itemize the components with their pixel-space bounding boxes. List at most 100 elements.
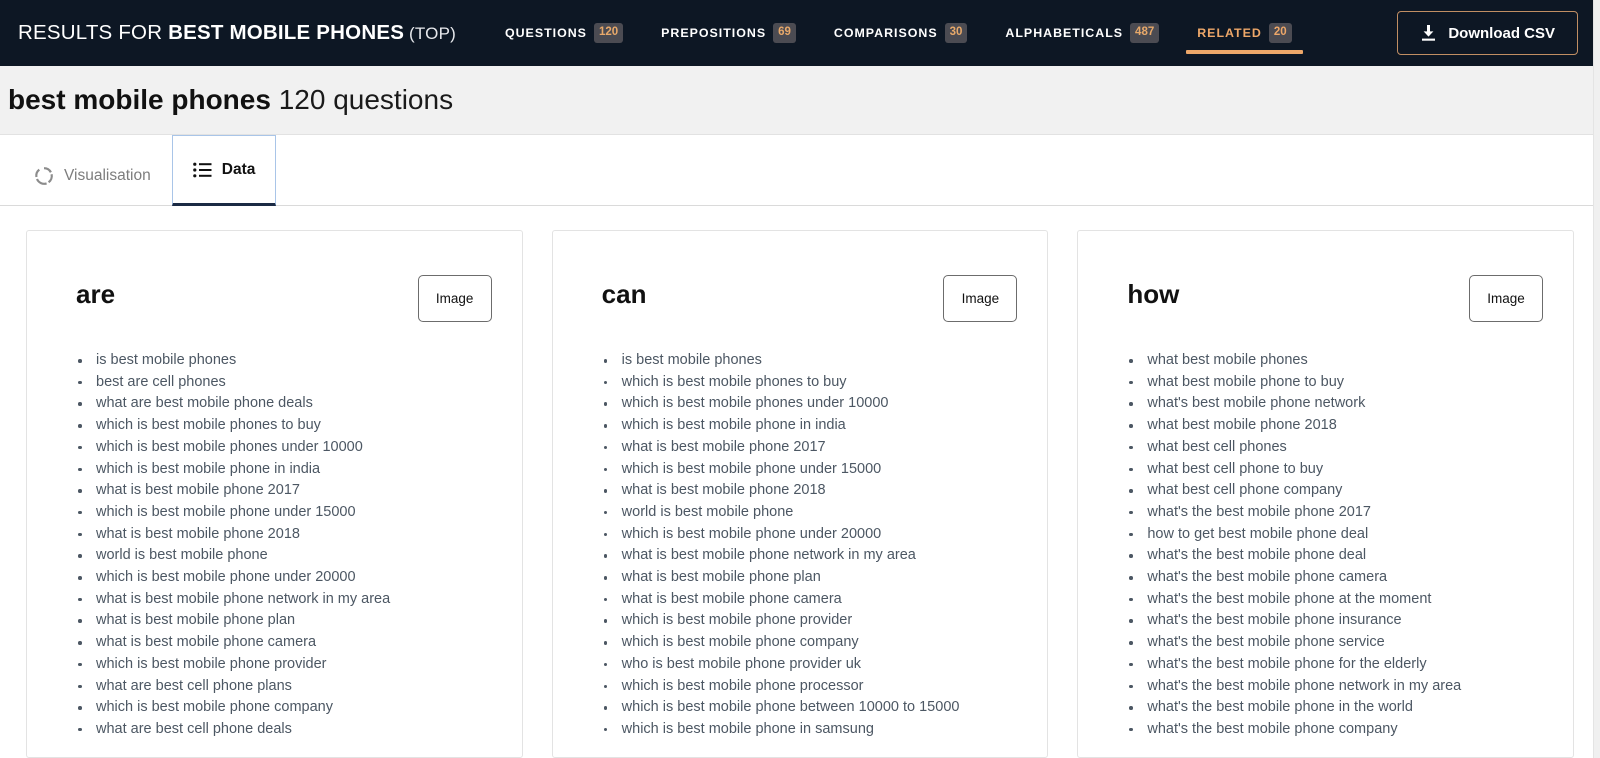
card-how-title: how: [1127, 279, 1180, 309]
nav-tab-questions-badge: 120: [593, 23, 624, 43]
nav-tab-questions-label: QUESTIONS: [504, 26, 587, 40]
list-item[interactable]: which is best mobile phones to buy: [601, 372, 1018, 394]
page-title-count: 120 questions: [278, 84, 454, 115]
nav-tab-comparisons[interactable]: COMPARISONS 30: [815, 0, 987, 66]
nav-tab-comparisons-badge: 30: [944, 23, 968, 43]
nav-tab-prepositions-label: PREPOSITIONS: [661, 26, 767, 40]
list-item[interactable]: how to get best mobile phone deal: [1126, 524, 1543, 546]
list-item[interactable]: what is best mobile phone network in my …: [601, 545, 1018, 567]
list-item[interactable]: what best mobile phone to buy: [1126, 372, 1543, 394]
list-item[interactable]: which is best mobile phone in india: [75, 459, 492, 481]
list-item[interactable]: which is best mobile phone provider: [75, 654, 492, 676]
tab-data-label: Data: [221, 160, 256, 178]
card-can-image-button[interactable]: Image: [943, 275, 1018, 322]
tab-visualisation[interactable]: Visualisation: [13, 146, 172, 206]
list-item[interactable]: best are cell phones: [75, 372, 492, 394]
list-item[interactable]: what best mobile phone 2018: [1126, 415, 1543, 437]
list-item[interactable]: what best cell phones: [1126, 437, 1543, 459]
list-item[interactable]: what's the best mobile phone at the mome…: [1126, 589, 1543, 611]
card-can-title: can: [601, 279, 647, 309]
list-item[interactable]: which is best mobile phone company: [75, 697, 492, 719]
list-item[interactable]: what's the best mobile phone 2017: [1126, 502, 1543, 524]
page-header: best mobile phones 120 questions: [0, 66, 1600, 135]
list-item[interactable]: what is best mobile phone camera: [601, 589, 1018, 611]
list-item[interactable]: what is best mobile phone 2017: [75, 480, 492, 502]
list-item[interactable]: what best cell phone company: [1126, 480, 1543, 502]
list-item[interactable]: who is best mobile phone provider uk: [601, 654, 1018, 676]
data-cards-container: are Image is best mobile phones best are …: [0, 206, 1600, 758]
card-can-header: can Image: [583, 275, 1018, 322]
list-icon: [192, 162, 212, 177]
list-item[interactable]: which is best mobile phone under 20000: [601, 524, 1018, 546]
nav-tab-related[interactable]: RELATED 20: [1178, 0, 1310, 66]
nav-tab-alphabeticals[interactable]: ALPHABETICALS 487: [986, 0, 1178, 66]
top-bar: RESULTS FOR BEST MOBILE PHONES (TOP) QUE…: [0, 0, 1600, 66]
page-title-keyword: best mobile phones: [8, 84, 271, 115]
nav-tab-related-badge: 20: [1268, 23, 1292, 43]
nav-tab-related-label: RELATED: [1197, 26, 1262, 40]
list-item[interactable]: what is best mobile phone plan: [601, 567, 1018, 589]
list-item[interactable]: which is best mobile phone in india: [601, 415, 1018, 437]
results-title-suffix: (TOP): [404, 24, 456, 43]
card-how-image-button[interactable]: Image: [1469, 275, 1544, 322]
list-item[interactable]: is best mobile phones: [75, 350, 492, 372]
list-item[interactable]: what is best mobile phone 2018: [75, 524, 492, 546]
list-item[interactable]: which is best mobile phone between 10000…: [601, 697, 1018, 719]
tab-visualisation-label: Visualisation: [64, 167, 151, 184]
list-item[interactable]: what is best mobile phone 2017: [601, 437, 1018, 459]
list-item[interactable]: which is best mobile phones under 10000: [601, 393, 1018, 415]
list-item[interactable]: what are best cell phone plans: [75, 676, 492, 698]
card-are-title: are: [76, 279, 116, 309]
list-item[interactable]: what are best mobile phone deals: [75, 393, 492, 415]
list-item[interactable]: what's the best mobile phone camera: [1126, 567, 1543, 589]
card-are: are Image is best mobile phones best are …: [26, 230, 523, 758]
nav-tab-alphabeticals-badge: 487: [1130, 23, 1160, 43]
list-item[interactable]: what's best mobile phone network: [1126, 393, 1543, 415]
list-item[interactable]: what's the best mobile phone insurance: [1126, 610, 1543, 632]
list-item[interactable]: what's the best mobile phone for the eld…: [1126, 654, 1543, 676]
list-item[interactable]: which is best mobile phones under 10000: [75, 437, 492, 459]
list-item[interactable]: which is best mobile phones to buy: [75, 415, 492, 437]
nav-tab-questions[interactable]: QUESTIONS 120: [486, 0, 642, 66]
tab-data[interactable]: Data: [171, 135, 277, 206]
active-tab-underline: [1186, 50, 1303, 54]
card-how-list: what best mobile phones what best mobile …: [1108, 350, 1543, 741]
report-type-tabs: QUESTIONS 120 PREPOSITIONS 69 COMPARISON…: [486, 0, 1311, 66]
results-title-prefix: RESULTS FOR: [18, 21, 169, 44]
page-scrollbar[interactable]: [1593, 0, 1600, 758]
list-item[interactable]: what best cell phone to buy: [1126, 459, 1543, 481]
list-item[interactable]: what is best mobile phone network in my …: [75, 589, 492, 611]
card-can-list: is best mobile phones which is best mobil…: [583, 350, 1018, 741]
list-item[interactable]: what's the best mobile phone in the worl…: [1126, 697, 1543, 719]
list-item[interactable]: what's the best mobile phone network in …: [1126, 676, 1543, 698]
list-item[interactable]: which is best mobile phone company: [601, 632, 1018, 654]
list-item[interactable]: which is best mobile phone under 15000: [75, 502, 492, 524]
list-item[interactable]: world is best mobile phone: [75, 545, 492, 567]
card-how: how Image what best mobile phones what be…: [1077, 230, 1575, 758]
list-item[interactable]: what is best mobile phone camera: [75, 632, 492, 654]
list-item[interactable]: what's the best mobile phone company: [1126, 719, 1543, 741]
nav-tab-prepositions-badge: 69: [773, 23, 796, 43]
list-item[interactable]: world is best mobile phone: [601, 502, 1018, 524]
results-title: RESULTS FOR BEST MOBILE PHONES (TOP): [18, 21, 456, 45]
list-item[interactable]: what best mobile phones: [1126, 350, 1543, 372]
view-tabs: Visualisation Data: [0, 135, 1600, 206]
list-item[interactable]: what's the best mobile phone service: [1126, 632, 1543, 654]
list-item[interactable]: which is best mobile phone under 15000: [601, 459, 1018, 481]
list-item[interactable]: is best mobile phones: [601, 350, 1018, 372]
list-item[interactable]: what are best cell phone deals: [75, 719, 492, 741]
page-title: best mobile phones 120 questions: [8, 84, 453, 116]
donut-icon: [35, 167, 53, 185]
download-csv-label: Download CSV: [1448, 24, 1555, 42]
nav-tab-prepositions[interactable]: PREPOSITIONS 69: [642, 0, 815, 66]
list-item[interactable]: which is best mobile phone processor: [601, 676, 1018, 698]
list-item[interactable]: which is best mobile phone in samsung: [601, 719, 1018, 741]
list-item[interactable]: which is best mobile phone provider: [601, 610, 1018, 632]
download-csv-button[interactable]: Download CSV: [1397, 11, 1578, 55]
card-are-image-button[interactable]: Image: [417, 275, 492, 322]
list-item[interactable]: which is best mobile phone under 20000: [75, 567, 492, 589]
list-item[interactable]: what is best mobile phone plan: [75, 610, 492, 632]
list-item[interactable]: what is best mobile phone 2018: [601, 480, 1018, 502]
list-item[interactable]: what's the best mobile phone deal: [1126, 545, 1543, 567]
card-can: can Image is best mobile phones which is …: [551, 230, 1049, 758]
